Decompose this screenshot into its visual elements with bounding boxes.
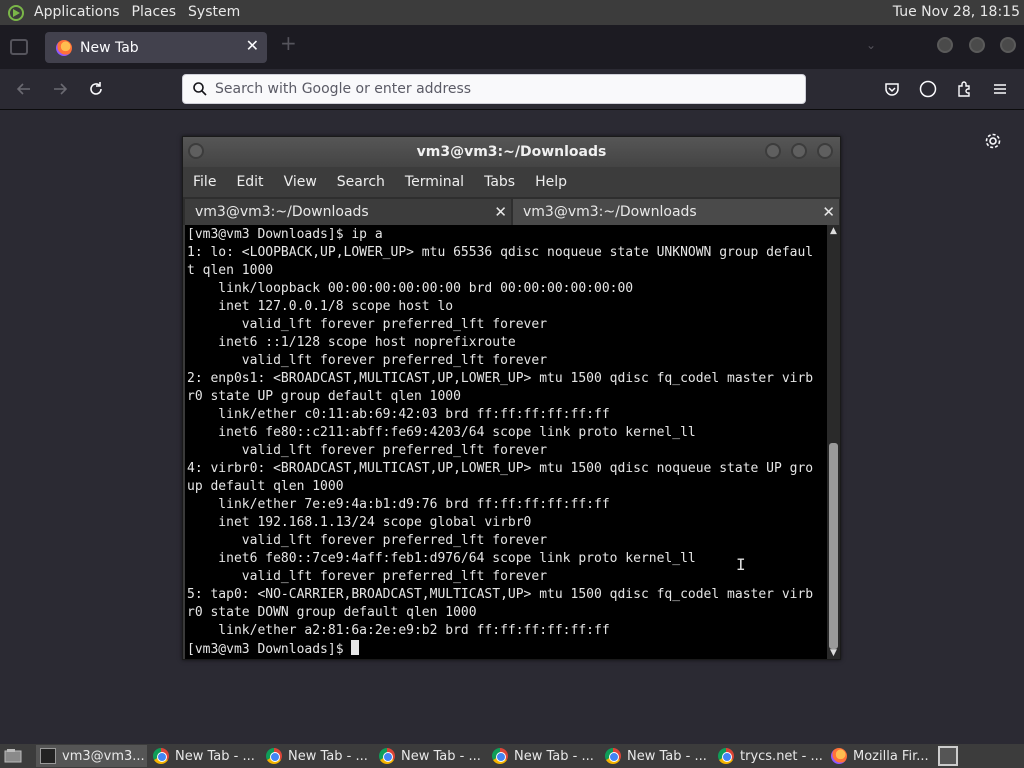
terminal-tab-2[interactable]: vm3@vm3:~/Downloads ✕	[513, 199, 839, 225]
distro-logo-icon[interactable]	[4, 1, 28, 25]
browser-nav-bar	[0, 69, 1024, 110]
terminal-cursor	[351, 640, 360, 655]
terminal-close-button[interactable]	[817, 143, 833, 159]
hamburger-menu-icon[interactable]	[988, 77, 1012, 101]
scroll-down-icon[interactable]: ▼	[828, 648, 839, 658]
search-icon	[185, 81, 215, 97]
terminal-tab-bar: vm3@vm3:~/Downloads ✕ vm3@vm3:~/Download…	[183, 197, 840, 225]
taskbar-item[interactable]: New Tab - ...	[375, 745, 486, 767]
terminal-tab-label: vm3@vm3:~/Downloads	[195, 204, 369, 220]
workspace-switcher[interactable]	[938, 746, 958, 766]
taskbar-item-label: Mozilla Fir...	[853, 748, 929, 764]
taskbar-item[interactable]: New Tab - ...	[149, 745, 260, 767]
chrome-icon	[605, 748, 621, 764]
terminal-minimize-button[interactable]	[765, 143, 781, 159]
window-menu-button[interactable]	[188, 143, 204, 159]
terminal-title-bar[interactable]: vm3@vm3:~/Downloads	[183, 137, 840, 167]
menu-file[interactable]: File	[183, 167, 226, 197]
terminal-window[interactable]: vm3@vm3:~/Downloads File Edit View Searc…	[182, 136, 841, 660]
applications-menu[interactable]: Applications	[28, 0, 126, 25]
reload-icon[interactable]	[84, 77, 108, 101]
terminal-tab-1[interactable]: vm3@vm3:~/Downloads ✕	[185, 199, 511, 225]
menu-search[interactable]: Search	[327, 167, 395, 197]
terminal-icon	[40, 748, 56, 764]
window-minimize-button[interactable]	[937, 37, 953, 53]
firefox-icon	[831, 748, 847, 764]
terminal-maximize-button[interactable]	[791, 143, 807, 159]
forward-arrow-icon[interactable]	[48, 77, 72, 101]
chrome-icon	[492, 748, 508, 764]
taskbar-item-label: New Tab - ...	[627, 748, 707, 764]
terminal-tab-label: vm3@vm3:~/Downloads	[523, 204, 697, 220]
menu-tabs[interactable]: Tabs	[474, 167, 525, 197]
list-all-tabs-icon[interactable]: ⌄	[866, 38, 876, 52]
taskbar-item[interactable]: New Tab - ...	[488, 745, 599, 767]
close-tab-icon[interactable]: ✕	[246, 36, 259, 55]
taskbar-item-label: trycs.net - ...	[740, 748, 823, 764]
extensions-icon[interactable]	[952, 77, 976, 101]
window-maximize-button[interactable]	[969, 37, 985, 53]
bottom-taskbar: vm3@vm3... New Tab - ... New Tab - ... New …	[0, 744, 1024, 768]
browser-tab-new-tab[interactable]: New Tab ✕	[45, 32, 267, 63]
terminal-text: [vm3@vm3 Downloads]$ ip a 1: lo: <LOOPBA…	[187, 227, 814, 657]
terminal-title: vm3@vm3:~/Downloads	[416, 144, 607, 160]
taskbar-item[interactable]: New Tab - ...	[601, 745, 712, 767]
system-menu[interactable]: System	[182, 0, 246, 25]
terminal-output[interactable]: [vm3@vm3 Downloads]$ ip a 1: lo: <LOOPBA…	[185, 225, 827, 659]
places-menu[interactable]: Places	[126, 0, 183, 25]
back-arrow-icon[interactable]	[12, 77, 36, 101]
chrome-icon	[153, 748, 169, 764]
close-icon[interactable]: ✕	[822, 199, 835, 225]
account-icon[interactable]	[916, 77, 940, 101]
show-desktop-icon[interactable]	[2, 746, 24, 766]
firefox-view-button[interactable]	[10, 39, 28, 55]
taskbar-item[interactable]: Mozilla Fir...	[827, 745, 938, 767]
chrome-icon	[718, 748, 734, 764]
taskbar-item[interactable]: trycs.net - ...	[714, 745, 825, 767]
browser-tab-bar: New Tab ✕ + ⌄	[0, 25, 1024, 69]
scroll-up-icon[interactable]: ▲	[828, 226, 839, 236]
scrollbar-thumb[interactable]	[829, 443, 838, 649]
chrome-icon	[266, 748, 282, 764]
window-close-button[interactable]	[1000, 37, 1016, 53]
address-bar[interactable]	[182, 74, 806, 104]
pocket-icon[interactable]	[880, 77, 904, 101]
taskbar-item-label: New Tab - ...	[288, 748, 368, 764]
address-input[interactable]	[215, 81, 805, 97]
gear-icon[interactable]	[982, 130, 1004, 152]
taskbar-item-label: vm3@vm3...	[62, 748, 145, 764]
taskbar-item-label: New Tab - ...	[514, 748, 594, 764]
panel-clock[interactable]: Tue Nov 28, 18:15	[893, 0, 1020, 25]
menu-terminal[interactable]: Terminal	[395, 167, 474, 197]
taskbar-item-label: New Tab - ...	[401, 748, 481, 764]
browser-tab-title: New Tab	[80, 39, 139, 56]
top-panel: Applications Places System Tue Nov 28, 1…	[0, 0, 1024, 25]
chrome-icon	[379, 748, 395, 764]
taskbar-item[interactable]: New Tab - ...	[262, 745, 373, 767]
terminal-scrollbar[interactable]: ▲ ▼	[827, 225, 840, 659]
new-tab-button[interactable]: +	[280, 31, 297, 55]
menu-edit[interactable]: Edit	[226, 167, 273, 197]
menu-help[interactable]: Help	[525, 167, 577, 197]
terminal-menu-bar: File Edit View Search Terminal Tabs Help	[183, 167, 840, 197]
taskbar-item-label: New Tab - ...	[175, 748, 255, 764]
taskbar-item[interactable]: vm3@vm3...	[36, 745, 147, 767]
menu-view[interactable]: View	[274, 167, 327, 197]
firefox-icon	[56, 39, 72, 56]
text-cursor-icon: I	[736, 555, 746, 574]
close-icon[interactable]: ✕	[494, 199, 507, 225]
